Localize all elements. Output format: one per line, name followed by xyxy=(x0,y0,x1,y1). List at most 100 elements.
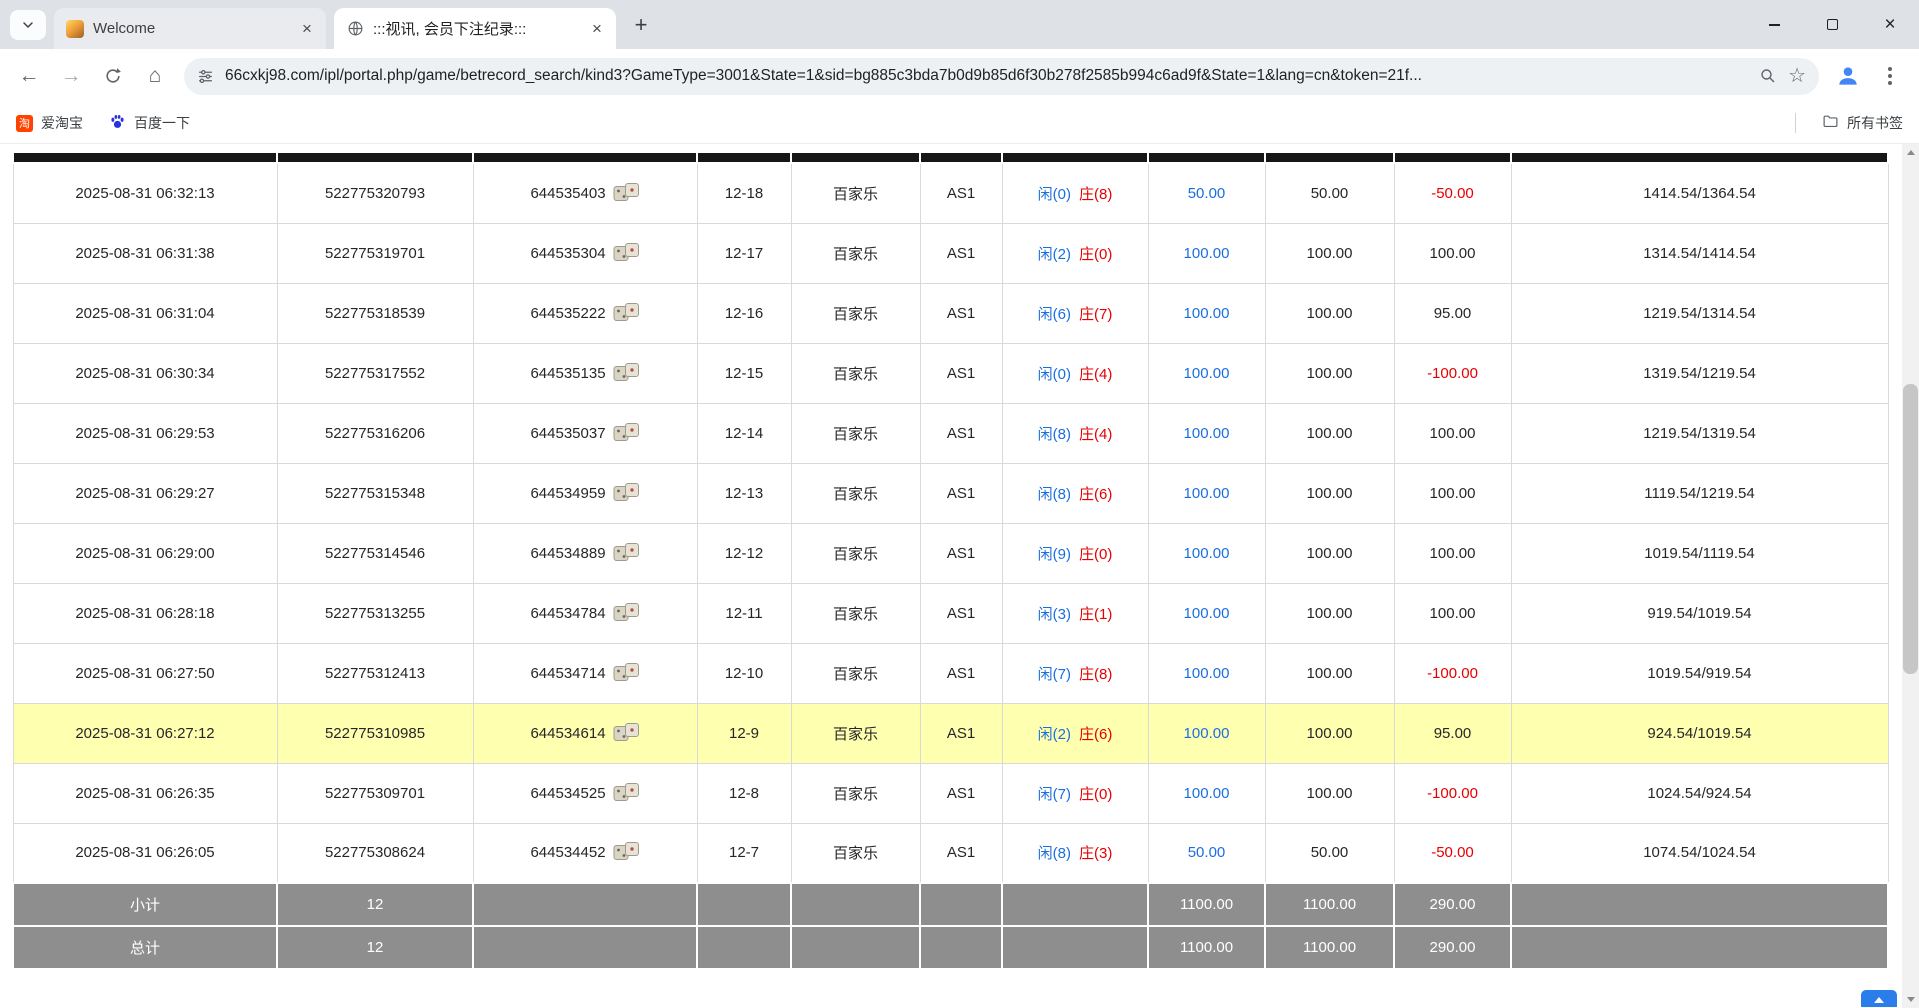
taobao-icon: 淘 xyxy=(16,115,33,132)
summary-bet-total: 1100.00 xyxy=(1148,883,1265,926)
cell-bet-detail: 闲(0) 庄(8) xyxy=(1002,163,1148,223)
dice-icon[interactable] xyxy=(613,242,640,265)
address-bar[interactable]: 66cxkj98.com/ipl/portal.php/game/betreco… xyxy=(184,58,1819,95)
maximize-icon xyxy=(1827,19,1838,30)
cell-bet-detail: 闲(9)庄(0) xyxy=(1002,523,1148,583)
scroll-down-icon xyxy=(1907,997,1915,1002)
cell-bet-detail: 闲(8)庄(3) xyxy=(1002,823,1148,883)
dice-icon[interactable] xyxy=(613,422,640,445)
dice-icon[interactable] xyxy=(613,302,640,325)
scroll-up-button[interactable] xyxy=(1902,144,1919,161)
cell-win-loss: -50.00 xyxy=(1394,823,1511,883)
tab-betrecord[interactable]: :::视讯, 会员下注纪录::: × xyxy=(334,8,616,49)
header-cell xyxy=(1002,152,1148,163)
game-number-text: 644534614 xyxy=(530,725,605,742)
dice-icon[interactable] xyxy=(613,542,640,565)
bookmark-item-taobao[interactable]: 淘 爱淘宝 xyxy=(16,113,83,133)
banker-bet: 庄(8) xyxy=(1079,666,1112,683)
banker-bet: 庄(0) xyxy=(1079,546,1112,563)
dice-icon[interactable] xyxy=(613,662,640,685)
forward-button[interactable]: → xyxy=(50,55,92,97)
tab-strip: Welcome × :::视讯, 会员下注纪录::: × + × xyxy=(0,0,1919,49)
summary-bet-total: 1100.00 xyxy=(1148,926,1265,969)
cell-table-name: AS1 xyxy=(920,283,1002,343)
tab-search-button[interactable] xyxy=(10,10,46,40)
bookmark-item-baidu[interactable]: 百度一下 xyxy=(109,113,190,133)
cell-bet-amount: 100.00 xyxy=(1148,343,1265,403)
header-cell xyxy=(1394,152,1511,163)
welcome-favicon-icon xyxy=(66,20,84,38)
profile-avatar-button[interactable] xyxy=(1827,55,1869,97)
tab-close-icon[interactable]: × xyxy=(296,18,318,40)
summary-empty xyxy=(791,926,920,969)
cell-game-type: 百家乐 xyxy=(791,403,920,463)
cell-bet-detail: 闲(8)庄(6) xyxy=(1002,463,1148,523)
dice-icon[interactable] xyxy=(613,841,640,864)
cell-win-loss: -50.00 xyxy=(1394,163,1511,223)
dice-icon[interactable] xyxy=(613,482,640,505)
cell-bet-time: 2025-08-31 06:29:53 xyxy=(13,403,277,463)
header-cell xyxy=(13,152,277,163)
menu-button[interactable] xyxy=(1869,55,1911,97)
cell-bet-amount: 50.00 xyxy=(1148,163,1265,223)
dice-icon[interactable] xyxy=(613,362,640,385)
cell-valid-amount: 100.00 xyxy=(1265,463,1394,523)
vertical-scrollbar[interactable] xyxy=(1902,144,1919,1008)
game-number-text: 644535135 xyxy=(530,365,605,382)
folder-icon xyxy=(1822,113,1839,133)
new-tab-button[interactable]: + xyxy=(626,10,656,40)
cell-game-type: 百家乐 xyxy=(791,643,920,703)
banker-bet: 庄(1) xyxy=(1079,606,1112,623)
cell-round: 12-15 xyxy=(697,343,791,403)
cell-balance: 1019.54/1119.54 xyxy=(1511,523,1888,583)
bookmarks-bar: 淘 爱淘宝 百度一下 所有书签 xyxy=(0,103,1919,144)
site-settings-icon[interactable] xyxy=(197,68,214,85)
tab-welcome[interactable]: Welcome × xyxy=(54,8,326,49)
game-number-text: 644534714 xyxy=(530,665,605,682)
scroll-down-button[interactable] xyxy=(1902,991,1919,1008)
scroll-up-icon xyxy=(1907,150,1915,155)
header-cell xyxy=(1511,152,1888,163)
reload-icon xyxy=(103,66,123,86)
game-number-text: 644534784 xyxy=(530,605,605,622)
cell-game-type: 百家乐 xyxy=(791,223,920,283)
dice-icon[interactable] xyxy=(613,722,640,745)
summary-label: 总计 xyxy=(13,926,277,969)
dice-icon[interactable] xyxy=(613,782,640,805)
player-bet: 闲(8) xyxy=(1038,426,1071,443)
header-cell xyxy=(697,152,791,163)
game-number-text: 644535403 xyxy=(530,185,605,202)
banker-bet: 庄(8) xyxy=(1079,186,1112,203)
banker-bet: 庄(4) xyxy=(1079,426,1112,443)
player-bet: 闲(0) xyxy=(1038,186,1071,203)
cell-game-number: 644535135 xyxy=(473,343,697,403)
url-text: 66cxkj98.com/ipl/portal.php/game/betreco… xyxy=(225,67,1748,85)
back-to-top-button[interactable] xyxy=(1861,990,1897,1007)
all-bookmarks-button[interactable]: 所有书签 xyxy=(1822,113,1903,133)
cell-valid-amount: 100.00 xyxy=(1265,583,1394,643)
close-window-button[interactable]: × xyxy=(1861,0,1919,49)
maximize-button[interactable] xyxy=(1803,0,1861,49)
zoom-icon[interactable] xyxy=(1759,67,1777,85)
summary-winloss-total: 290.00 xyxy=(1394,926,1511,969)
minimize-button[interactable] xyxy=(1745,0,1803,49)
cell-game-type: 百家乐 xyxy=(791,763,920,823)
reload-button[interactable] xyxy=(92,55,134,97)
cell-valid-amount: 100.00 xyxy=(1265,763,1394,823)
player-bet: 闲(0) xyxy=(1038,366,1071,383)
table-row: 2025-08-31 06:26:35 522775309701 6445345… xyxy=(13,763,1888,823)
cell-game-type: 百家乐 xyxy=(791,463,920,523)
tab-close-icon[interactable]: × xyxy=(586,18,608,40)
cell-game-type: 百家乐 xyxy=(791,283,920,343)
cell-order-number: 522775315348 xyxy=(277,463,473,523)
bookmark-star-icon[interactable]: ☆ xyxy=(1788,66,1806,86)
dice-icon[interactable] xyxy=(613,182,640,205)
cell-bet-time: 2025-08-31 06:30:34 xyxy=(13,343,277,403)
home-button[interactable]: ⌂ xyxy=(134,55,176,97)
game-number-text: 644535222 xyxy=(530,305,605,322)
cell-round: 12-8 xyxy=(697,763,791,823)
scrollbar-thumb[interactable] xyxy=(1903,384,1918,674)
back-button[interactable]: ← xyxy=(8,55,50,97)
dice-icon[interactable] xyxy=(613,602,640,625)
cell-balance: 1119.54/1219.54 xyxy=(1511,463,1888,523)
